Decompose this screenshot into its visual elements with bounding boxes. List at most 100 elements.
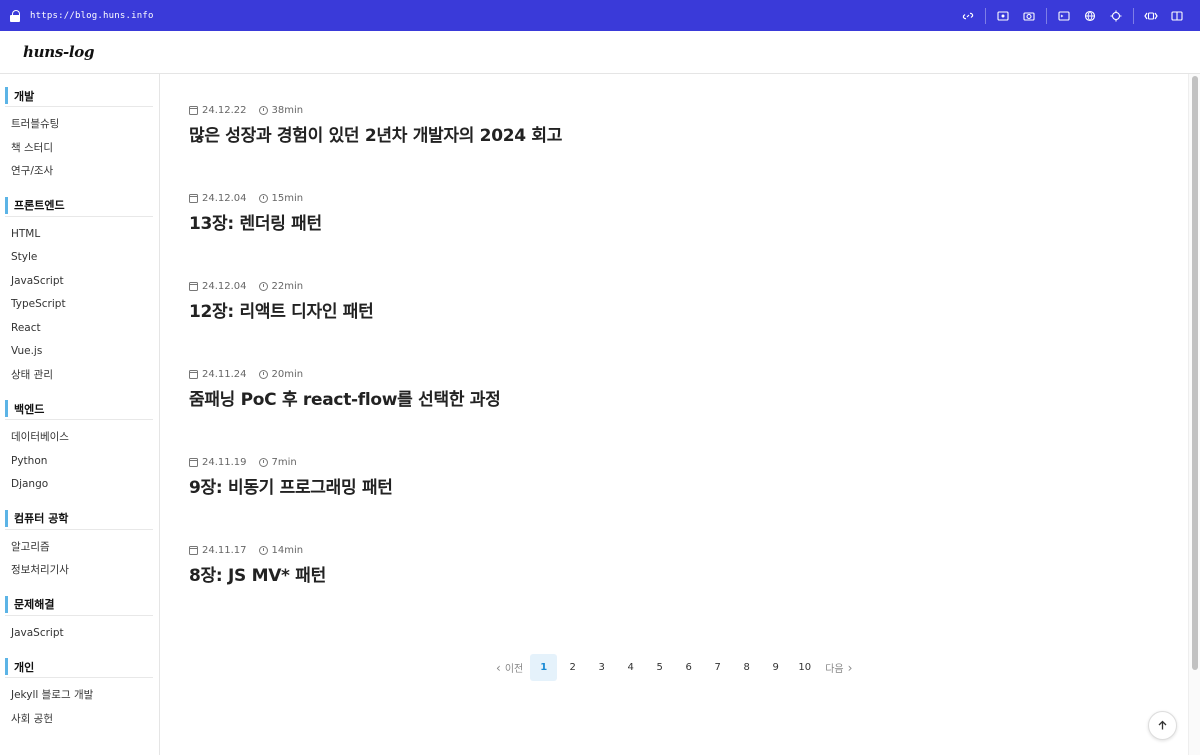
scroll-to-top-button[interactable]: [1148, 711, 1177, 740]
post-date: 24.11.17: [202, 544, 247, 556]
post-meta: 24.11.24 20min: [189, 367, 500, 381]
category-title-label: 문제해결: [14, 598, 55, 611]
sidebar-item[interactable]: 상태 관리: [5, 364, 153, 388]
page-number-button[interactable]: 9: [761, 654, 790, 681]
calendar-icon: [189, 545, 198, 555]
post-item: 24.12.22 38min 많은 성장과 경험이 있던 2년차 개발자의 2024…: [189, 103, 562, 146]
sidebar-item[interactable]: 사회 공헌: [5, 708, 153, 732]
post-title-link[interactable]: 줌패닝 PoC 후 react-flow를 선택한 과정: [189, 385, 501, 410]
screencast-icon[interactable]: [990, 6, 1016, 26]
post-item: 24.11.24 20min 줌패닝 PoC 후 react-flow를 선택한 과…: [189, 367, 501, 410]
category-accent-bar: [5, 509, 8, 527]
category-title-label: 프론트엔드: [14, 199, 65, 212]
pagination: ‹ 이전 1 2 3 4 5 6 7 8 9 10 다음 ›: [486, 654, 862, 681]
sidebar-item[interactable]: 알고리즘: [5, 536, 153, 560]
prev-label: 이전: [504, 664, 524, 675]
post-title-link[interactable]: 12장: 리액트 디자인 패턴: [189, 297, 374, 322]
post-meta: 24.11.19 7min: [189, 455, 393, 469]
sidebar-item[interactable]: HTML: [5, 223, 153, 247]
browser-tools: [955, 6, 1190, 26]
stopwatch-icon: [258, 281, 268, 291]
sidebar-category-title[interactable]: 프론트엔드: [5, 196, 153, 217]
category-title-label: 개인: [14, 660, 35, 674]
sidebar-item[interactable]: TypeScript: [5, 293, 153, 317]
post-readtime: 14min: [271, 544, 304, 556]
sidebar-category: 컴퓨터 공학알고리즘 정보처리기사: [5, 509, 153, 583]
sidebar-category-title[interactable]: 문제해결: [5, 595, 153, 616]
post-date: 24.12.04: [202, 280, 247, 292]
sidebar-category-title[interactable]: 개발: [5, 87, 153, 107]
sidebar-icon[interactable]: [1164, 6, 1190, 26]
sidebar-item[interactable]: Python: [5, 450, 153, 474]
category-title-label: 컴퓨터 공학: [14, 512, 69, 525]
category-accent-bar: [5, 595, 8, 613]
post-title-link[interactable]: 13장: 렌더링 패턴: [189, 209, 322, 234]
post-title-link[interactable]: 8장: JS MV* 패턴: [189, 561, 326, 586]
sidebar-item[interactable]: 데이터베이스: [5, 426, 153, 450]
post-meta: 24.11.17 14min: [189, 543, 326, 557]
sidebar-item[interactable]: Style: [5, 246, 153, 270]
sidebar-item[interactable]: JavaScript: [5, 270, 153, 294]
calendar-icon: [189, 369, 198, 379]
sidebar-category: 개인 Jekyll 블로그 개발 사회 공헌: [5, 658, 153, 732]
category-accent-bar: [5, 196, 8, 214]
post-readtime: 22min: [271, 280, 304, 292]
page-number-button[interactable]: 2: [558, 654, 587, 681]
terminal-icon[interactable]: [1051, 6, 1077, 26]
post-item: 24.11.19 7min 9장: 비동기 프로그래밍 패턴: [189, 455, 393, 498]
site-logo[interactable]: huns-log: [23, 43, 94, 61]
prev-page-button[interactable]: ‹ 이전: [486, 660, 529, 676]
page-number-button[interactable]: 4: [616, 654, 645, 681]
sidebar-category: 문제해결 JavaScript: [5, 595, 153, 646]
post-readtime: 20min: [271, 368, 304, 380]
category-title-label: 개발: [14, 89, 35, 103]
sidebar-item[interactable]: JavaScript: [5, 622, 153, 646]
crosshair-icon[interactable]: [1103, 6, 1129, 26]
chevron-right-icon: ›: [847, 660, 853, 675]
sidebar-item[interactable]: 연구/조사: [5, 160, 153, 184]
stopwatch-icon: [258, 369, 268, 379]
post-title-link[interactable]: 9장: 비동기 프로그래밍 패턴: [189, 473, 393, 498]
sidebar-item[interactable]: Vue.js: [5, 340, 153, 364]
sidebar-item[interactable]: Django: [5, 473, 153, 497]
post-item: 24.11.17 14min 8장: JS MV* 패턴: [189, 543, 326, 586]
post-meta: 24.12.04 15min: [189, 191, 322, 205]
address-bar[interactable]: https://blog.huns.info: [30, 11, 154, 21]
category-title-label: 백엔드: [14, 402, 45, 416]
page-number-button[interactable]: 1: [530, 654, 558, 681]
page-number-button[interactable]: 6: [674, 654, 703, 681]
page-number-button[interactable]: 3: [587, 654, 616, 681]
calendar-icon: [189, 193, 198, 203]
page-number-button[interactable]: 7: [703, 654, 732, 681]
category-sidebar: 개발 트러블슈팅 책 스터디 연구/조사 프론트엔드 HTML Style JavaScrip…: [0, 74, 160, 755]
post-date: 24.11.24: [202, 368, 247, 380]
post-readtime: 15min: [271, 192, 304, 204]
page-number-button[interactable]: 8: [732, 654, 761, 681]
post-item: 24.12.04 15min 13장: 렌더링 패턴: [189, 191, 322, 234]
link-icon[interactable]: [955, 6, 981, 26]
sidebar-item[interactable]: 책 스터디: [5, 137, 153, 161]
camera-icon[interactable]: [1016, 6, 1042, 26]
post-readtime: 7min: [271, 456, 297, 468]
arrow-up-icon: [1158, 720, 1167, 730]
post-date: 24.12.04: [202, 192, 247, 204]
sidebar-item[interactable]: 트러블슈팅: [5, 113, 153, 137]
globe-icon[interactable]: [1077, 6, 1103, 26]
sidebar-category-title[interactable]: 컴퓨터 공학: [5, 509, 153, 530]
sidebar-category-title[interactable]: 백엔드: [5, 400, 153, 420]
scrollbar-thumb[interactable]: [1192, 76, 1198, 670]
category-accent-bar: [5, 87, 8, 104]
page-scrollbar[interactable]: [1188, 74, 1200, 755]
sidebar-item[interactable]: Jekyll 블로그 개발: [5, 684, 153, 708]
next-page-button[interactable]: 다음 ›: [819, 660, 862, 676]
sidebar-item[interactable]: React: [5, 317, 153, 341]
calendar-icon: [189, 281, 198, 291]
browser-toolbar: https://blog.huns.info: [0, 0, 1200, 31]
devices-icon[interactable]: [1138, 6, 1164, 26]
page-number-button[interactable]: 5: [645, 654, 674, 681]
post-item: 24.12.04 22min 12장: 리액트 디자인 패턴: [189, 279, 374, 322]
post-title-link[interactable]: 많은 성장과 경험이 있던 2년차 개발자의 2024 회고: [189, 121, 562, 146]
page-number-button[interactable]: 10: [790, 654, 819, 681]
sidebar-category-title[interactable]: 개인: [5, 658, 153, 678]
sidebar-item[interactable]: 정보처리기사: [5, 559, 153, 583]
